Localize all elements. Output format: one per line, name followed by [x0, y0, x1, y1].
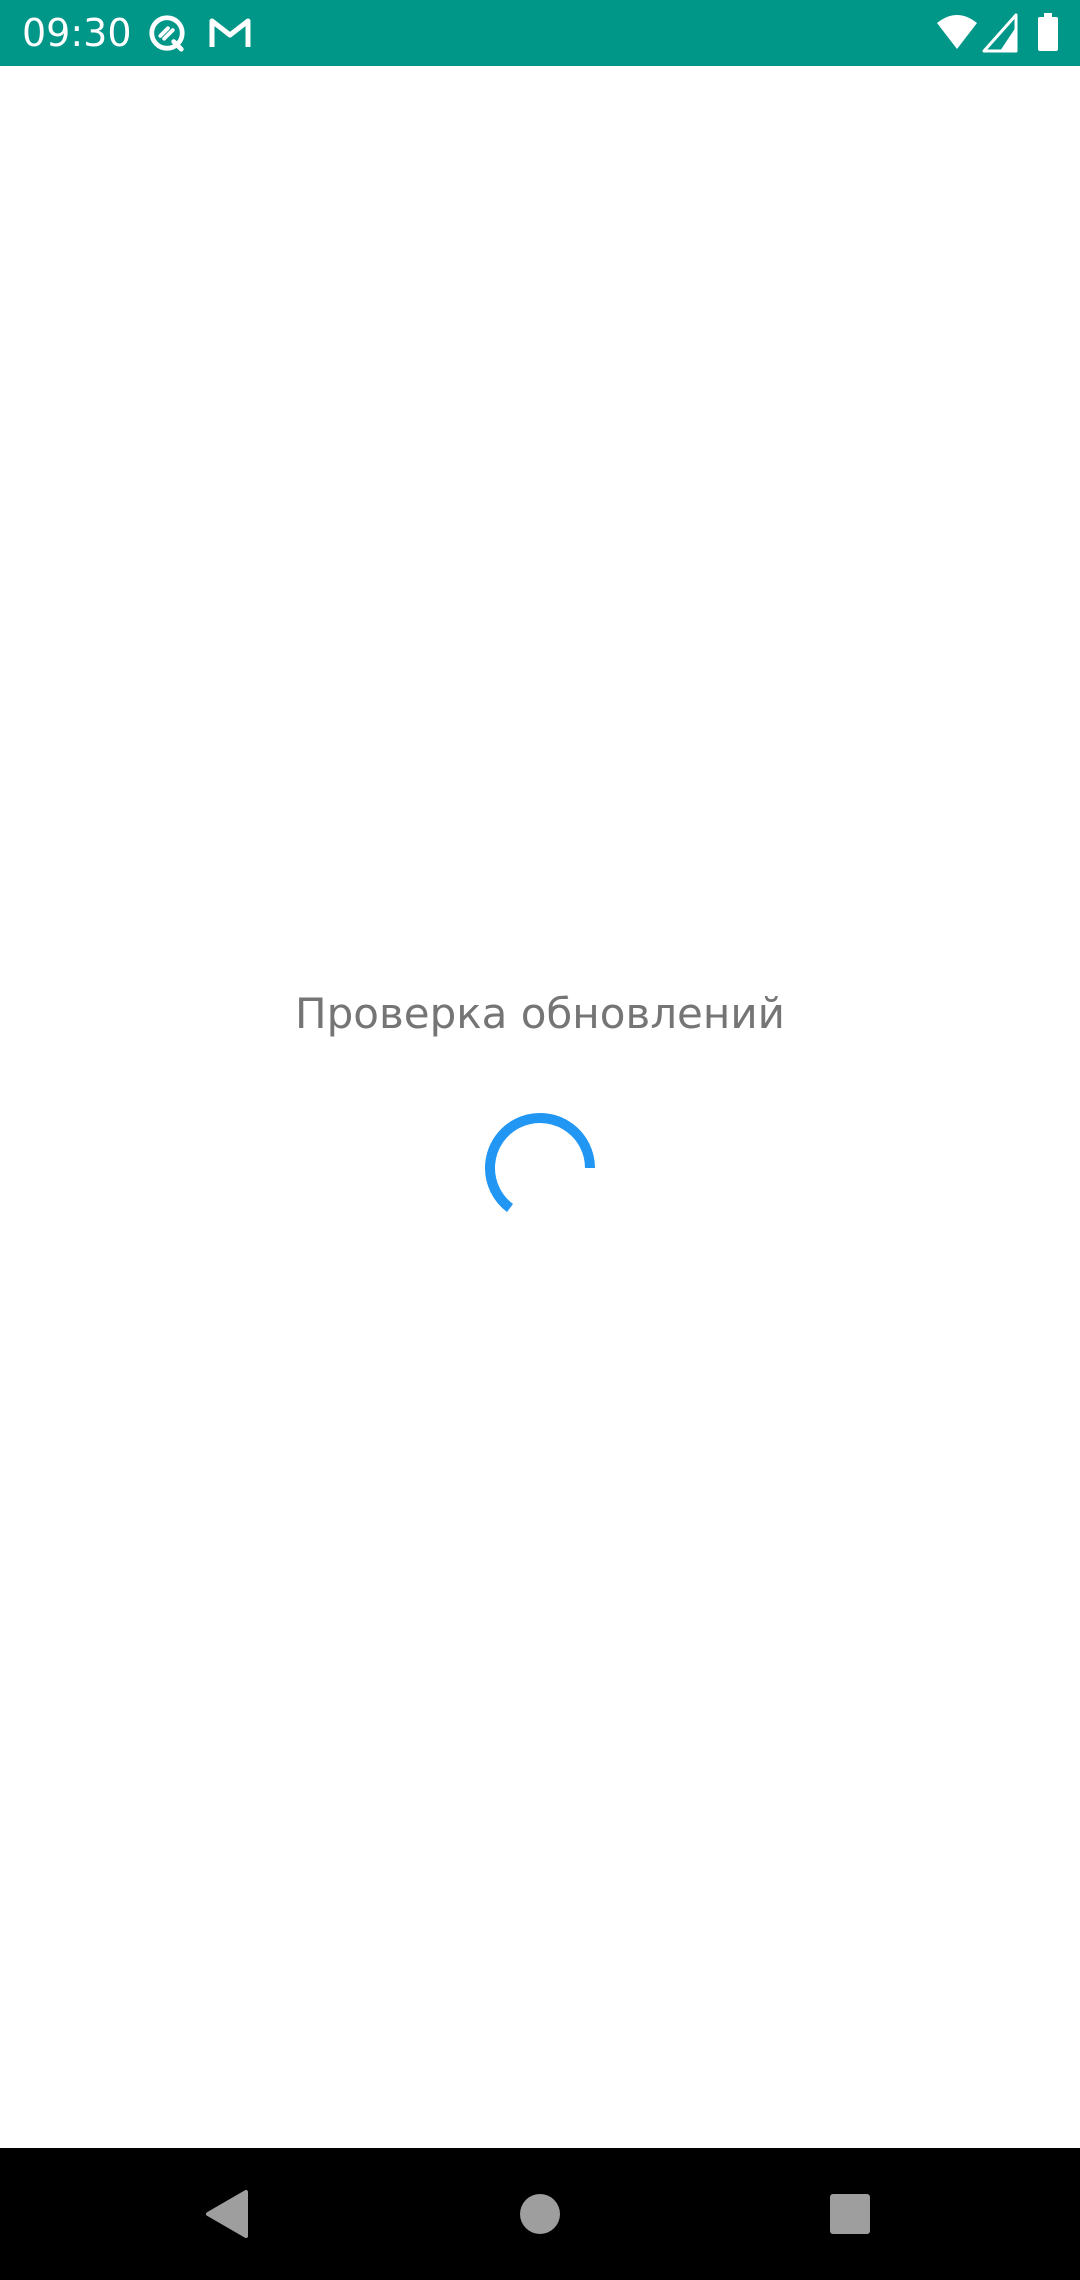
proxy-app-icon [149, 15, 185, 52]
loading-text: Проверка обновлений [295, 989, 785, 1038]
spinner-arc [485, 1113, 595, 1212]
battery-icon [1038, 13, 1058, 51]
home-icon[interactable] [500, 2174, 580, 2254]
loading-spinner-icon [485, 1113, 595, 1212]
gmail-icon [209, 18, 251, 47]
recents-icon[interactable] [810, 2174, 890, 2254]
status-time: 09:30 [22, 11, 132, 55]
main-content: Проверка обновлений [0, 66, 1080, 2148]
navigation-bar [0, 2148, 1080, 2280]
screen: 09:30 Проверка обновлений [0, 0, 1080, 2280]
status-bar: 09:30 [0, 0, 1080, 66]
cell-signal-icon [982, 13, 1018, 53]
back-icon[interactable] [186, 2174, 266, 2254]
wifi-icon [937, 15, 977, 49]
